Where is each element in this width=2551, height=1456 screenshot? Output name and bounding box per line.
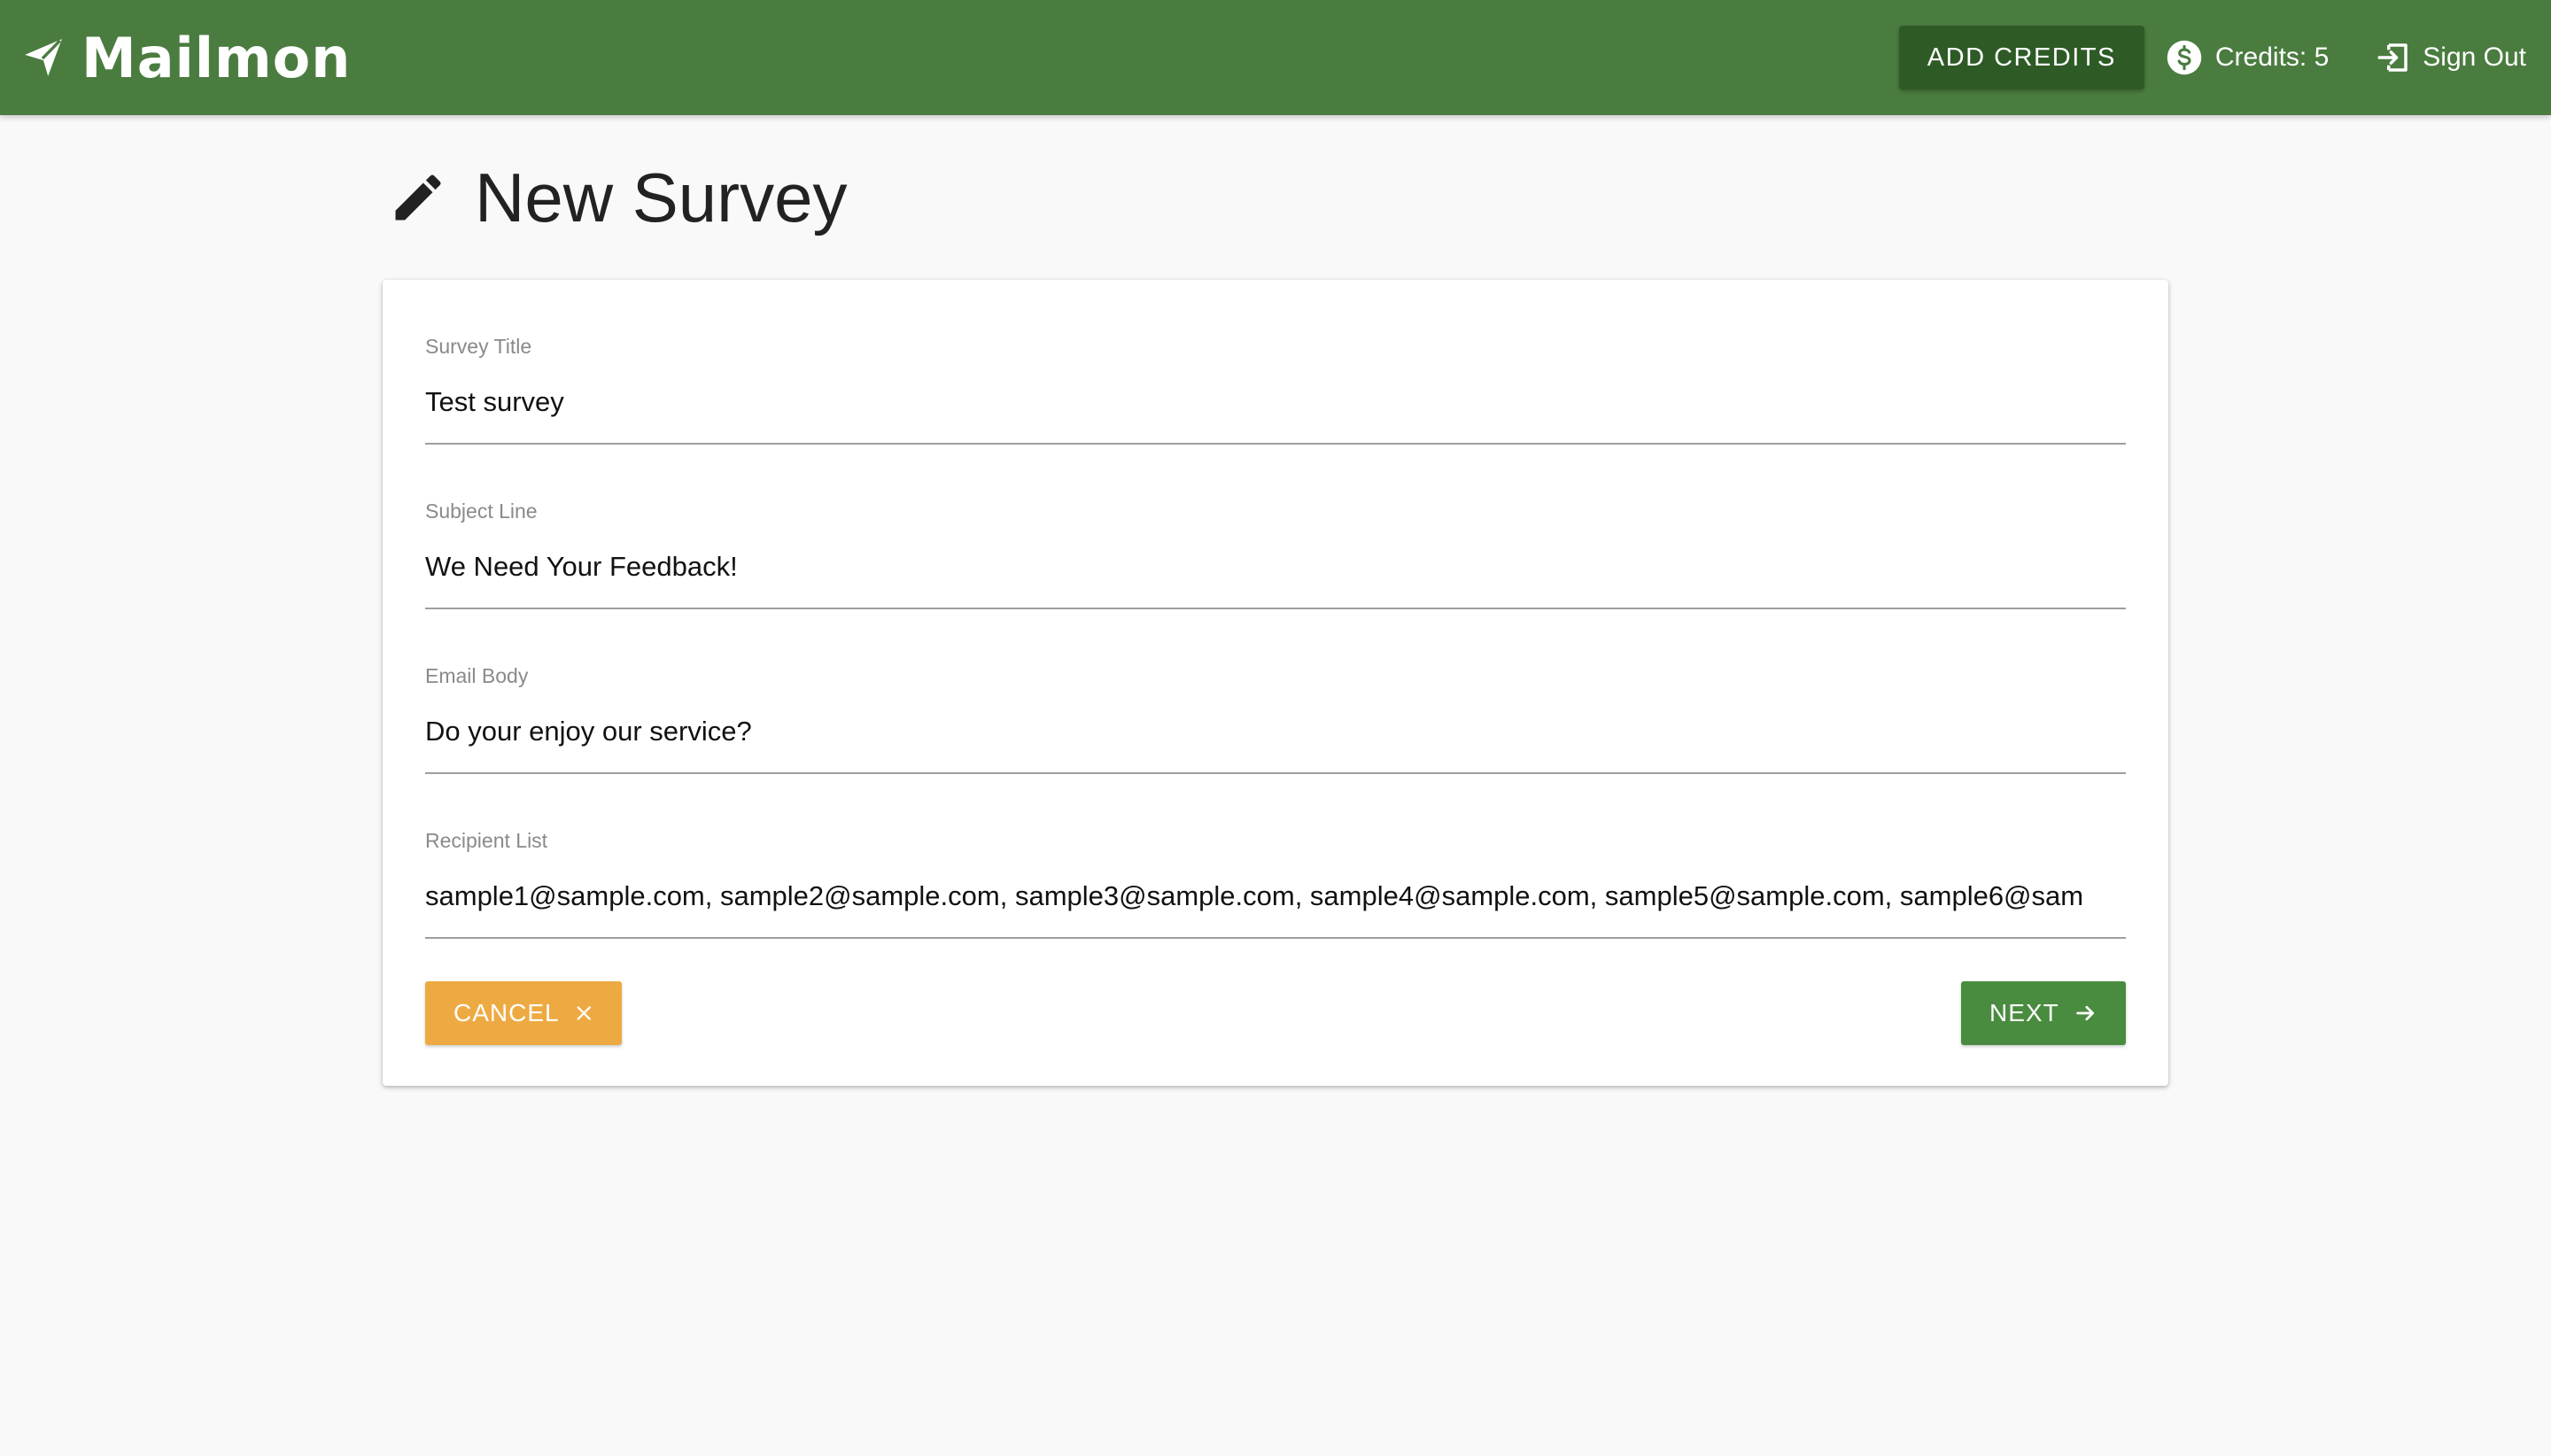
paper-plane-icon	[25, 39, 62, 76]
brand-logo-link[interactable]: Mailmon	[21, 0, 351, 115]
survey-title-label: Survey Title	[425, 335, 532, 358]
cancel-button-label: CANCEL	[454, 999, 560, 1026]
subject-line-label: Subject Line	[425, 500, 538, 523]
survey-form-card: Survey Title Subject Line Email Body Rec…	[383, 280, 2168, 1086]
sign-out-link[interactable]: Sign Out	[2375, 39, 2526, 76]
page-title: New Survey	[475, 158, 848, 236]
email-body-label: Email Body	[425, 664, 529, 687]
subject-line-input[interactable]	[425, 549, 2126, 585]
field-underline	[425, 608, 2126, 609]
field-underline	[425, 772, 2126, 774]
credits-label: Credits: 5	[2214, 43, 2330, 72]
email-body-input[interactable]	[425, 714, 2126, 749]
field-underline	[425, 443, 2126, 445]
recipient-list-input[interactable]	[425, 879, 2126, 914]
next-button-label: NEXT	[1989, 999, 2059, 1026]
nav-actions: ADD CREDITS Credits: 5 Sign Out	[1898, 0, 2526, 115]
next-button[interactable]: NEXT	[1961, 981, 2126, 1045]
field-underline	[425, 937, 2126, 939]
credits-display: Credits: 5	[2166, 39, 2329, 76]
add-credits-button[interactable]: ADD CREDITS	[1898, 26, 2144, 89]
subject-line-field: Subject Line	[425, 498, 2126, 609]
brand-name: Mailmon	[81, 25, 352, 90]
survey-title-input[interactable]	[425, 384, 2126, 420]
recipient-list-label: Recipient List	[425, 829, 548, 852]
cancel-button[interactable]: CANCEL	[425, 981, 622, 1045]
close-icon	[577, 1006, 591, 1020]
sign-out-icon	[2377, 43, 2408, 72]
arrow-right-icon	[2075, 1005, 2094, 1021]
sign-out-label: Sign Out	[2423, 43, 2526, 72]
pencil-icon	[395, 174, 441, 221]
survey-title-field: Survey Title	[425, 333, 2126, 445]
dollar-circle-icon	[2167, 40, 2202, 75]
page-title-row: New Survey	[388, 149, 847, 246]
recipient-list-field: Recipient List	[425, 827, 2126, 939]
top-navbar: Mailmon ADD CREDITS Credits: 5 Sign Out	[0, 0, 2551, 115]
email-body-field: Email Body	[425, 662, 2126, 774]
